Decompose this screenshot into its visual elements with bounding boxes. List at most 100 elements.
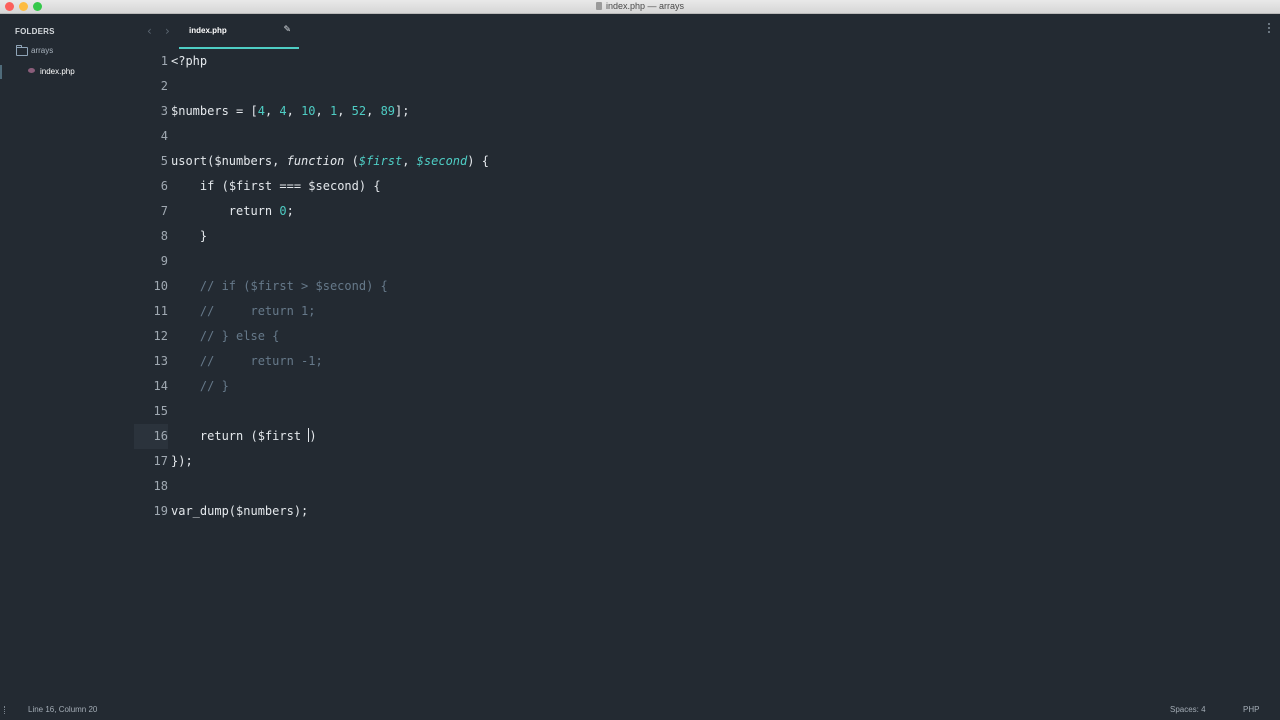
code-text: usort($numbers, function ($first, $secon…	[171, 149, 489, 174]
code-text: // return 1;	[171, 299, 316, 324]
code-token: 89	[380, 104, 396, 118]
line-number: 19	[153, 504, 168, 518]
code-line[interactable]: 10 // if ($first > $second) {	[134, 274, 1280, 299]
code-token: ];	[395, 104, 410, 118]
cursor-position: Line 16, Column 20	[28, 705, 98, 714]
window-title: index.php — arrays	[0, 0, 1280, 13]
code-text: <?php	[171, 49, 207, 74]
tab-bar: ‹ › index.php ✎	[134, 14, 1280, 50]
code-text: });	[171, 449, 193, 474]
code-line[interactable]: 2	[134, 74, 1280, 99]
code-line[interactable]: 14 // }	[134, 374, 1280, 399]
code-token: 52	[351, 104, 367, 118]
code-line[interactable]: 12 // } else {	[134, 324, 1280, 349]
code-line[interactable]: 17});	[134, 449, 1280, 474]
code-text: // if ($first > $second) {	[171, 274, 388, 299]
indentation-setting[interactable]: Spaces: 4	[1170, 705, 1206, 714]
line-number: 8	[160, 229, 168, 243]
code-line[interactable]: 8 }	[134, 224, 1280, 249]
code-token: }	[171, 229, 208, 243]
code-line[interactable]: 3 $numbers = [4, 4, 10, 1, 52, 89];	[134, 99, 1280, 124]
line-number: 12	[153, 329, 168, 343]
sidebar-file-index-php[interactable]: index.php	[0, 65, 134, 79]
code-token: return	[199, 429, 244, 443]
line-number: 5	[160, 154, 168, 168]
code-token: )	[309, 429, 317, 443]
line-number: 10	[153, 279, 168, 293]
code-token: // } else {	[199, 329, 280, 343]
folders-heading: FOLDERS	[15, 27, 55, 36]
code-editor[interactable]: 1 <?php 2 3 $numbers = [4, 4, 10, 1, 52, 89]…	[134, 50, 1280, 700]
code-token: $numbers	[236, 504, 294, 518]
code-token: 4	[279, 104, 287, 118]
code-token: return	[228, 204, 273, 218]
selection-marker	[0, 65, 2, 79]
code-token: // }	[199, 379, 229, 393]
code-text: return 0;	[171, 199, 294, 224]
window-title-text: index.php — arrays	[605, 1, 685, 11]
code-token: $second	[416, 154, 468, 168]
code-token: 10	[301, 104, 316, 118]
overflow-menu-icon[interactable]	[1268, 23, 1270, 25]
code-token: var_dump	[171, 504, 229, 518]
chevron-right-icon[interactable]: ›	[165, 24, 170, 38]
panel-toggle-icon[interactable]	[4, 706, 6, 714]
code-token: (	[228, 504, 237, 518]
code-text: }	[171, 224, 207, 249]
line-number: 11	[153, 304, 168, 318]
code-line[interactable]: 18	[134, 474, 1280, 499]
code-line[interactable]: 9	[134, 249, 1280, 274]
code-text: return ($first )	[171, 424, 317, 449]
syntax-selector[interactable]: PHP	[1243, 705, 1259, 714]
code-token: $numbers	[171, 104, 229, 118]
line-number: 6	[160, 179, 168, 193]
code-line[interactable]: 13 // return -1;	[134, 349, 1280, 374]
code-line[interactable]: 15	[134, 399, 1280, 424]
line-number: 1	[160, 54, 168, 68]
code-token: $numbers	[214, 154, 273, 168]
code-text: // return -1;	[171, 349, 323, 374]
code-token: });	[171, 454, 193, 468]
code-token: ;	[286, 204, 294, 218]
code-line[interactable]: 5 usort($numbers, function ($first, $seco…	[134, 149, 1280, 174]
line-number: 3	[160, 104, 168, 118]
code-token: (	[243, 429, 258, 443]
code-token: 0	[279, 204, 287, 218]
tab-index-php[interactable]: index.php ✎	[179, 14, 299, 49]
code-text: // } else {	[171, 324, 279, 349]
code-token: ) {	[358, 179, 381, 193]
title-bar: index.php — arrays	[0, 0, 1280, 14]
code-text: $numbers = [4, 4, 10, 1, 52, 89];	[171, 99, 409, 124]
code-token: (	[344, 154, 359, 168]
document-icon	[595, 2, 602, 10]
code-line[interactable]: 1 <?php	[134, 49, 1280, 74]
code-token: ,	[272, 154, 287, 168]
code-token: usort	[171, 154, 208, 168]
code-line[interactable]: 4	[134, 124, 1280, 149]
code-line[interactable]: 16 return ($first )	[134, 424, 1280, 449]
code-text: if ($first === $second) {	[171, 174, 381, 199]
sidebar: FOLDERS arrays index.php	[0, 14, 134, 700]
code-line[interactable]: 11 // return 1;	[134, 299, 1280, 324]
code-token: ,	[402, 154, 417, 168]
code-token: (	[214, 179, 229, 193]
code-line[interactable]: 7 return 0;	[134, 199, 1280, 224]
line-number: 15	[153, 404, 168, 418]
code-line[interactable]: 6 if ($first === $second) {	[134, 174, 1280, 199]
folder-label: arrays	[31, 46, 54, 55]
code-token: ,	[264, 104, 280, 118]
code-line[interactable]: 19 var_dump($numbers);	[134, 499, 1280, 524]
code-token: <?php	[171, 54, 208, 68]
chevron-left-icon[interactable]: ‹	[147, 24, 152, 38]
tab-label: index.php	[189, 26, 227, 35]
code-token: $first	[228, 179, 273, 193]
line-number: 4	[160, 129, 168, 143]
code-token: $first	[257, 429, 302, 443]
